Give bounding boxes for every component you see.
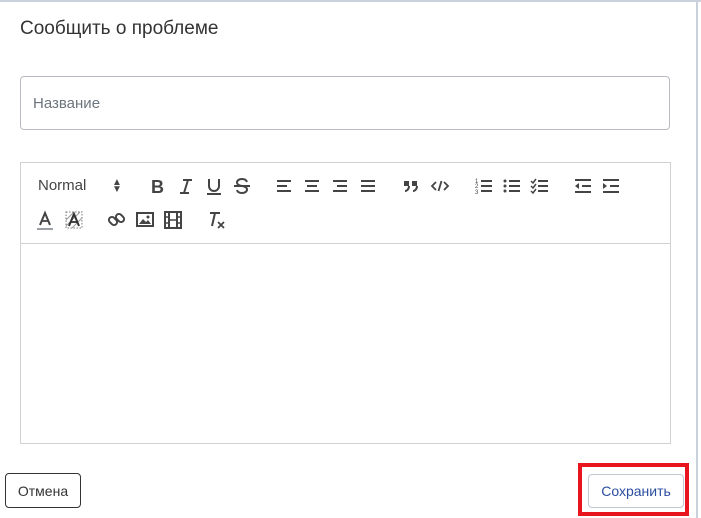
align-left-button[interactable] (275, 176, 293, 196)
header-picker[interactable]: Normal ▲ ▼ (38, 176, 124, 196)
header-picker-arrows-icon: ▲ ▼ (112, 177, 122, 195)
code-block-button[interactable] (430, 176, 450, 196)
clear-format-icon (210, 212, 225, 229)
svg-text:3: 3 (475, 190, 479, 196)
indent-icon (603, 179, 619, 193)
checklist-icon (530, 178, 548, 195)
name-input[interactable] (20, 76, 670, 130)
ordered-list-button[interactable]: 123 (474, 176, 494, 196)
ordered-list-icon: 123 (475, 179, 492, 196)
text-color-button[interactable] (36, 210, 54, 232)
italic-icon (180, 179, 192, 194)
code-block-icon (430, 180, 450, 192)
align-center-icon (305, 180, 319, 192)
align-left-icon (277, 180, 291, 192)
strikethrough-button[interactable] (233, 176, 251, 196)
bullet-list-icon (503, 179, 520, 193)
background-color-button[interactable] (64, 210, 84, 232)
indent-button[interactable] (601, 176, 621, 196)
align-right-icon (333, 180, 347, 192)
align-right-button[interactable] (331, 176, 349, 196)
outdent-button[interactable] (573, 176, 593, 196)
svg-text:B: B (151, 177, 164, 196)
blockquote-button[interactable] (402, 176, 420, 196)
clear-format-button[interactable] (206, 210, 226, 230)
video-icon (164, 211, 182, 229)
bold-icon: B (151, 177, 164, 196)
rich-text-editor: Normal ▲ ▼ B 1 2 3 (20, 162, 671, 444)
underline-button[interactable] (205, 176, 223, 196)
blockquote-icon (404, 181, 418, 192)
align-center-button[interactable] (303, 176, 321, 196)
editor-content-area[interactable] (21, 244, 670, 443)
header-picker-label: Normal (38, 177, 87, 194)
align-justify-button[interactable] (359, 176, 377, 196)
dialog-title: Сообщить о проблеме (20, 18, 219, 39)
background-color-icon (65, 211, 83, 229)
link-button[interactable] (107, 210, 127, 230)
align-justify-icon (361, 180, 375, 192)
link-icon (107, 212, 126, 227)
underline-icon (207, 179, 221, 195)
image-button[interactable] (135, 210, 155, 230)
window-right-border (696, 0, 698, 518)
bullet-list-button[interactable] (502, 176, 522, 196)
outdent-icon (575, 179, 591, 193)
italic-button[interactable] (177, 176, 195, 196)
save-button[interactable]: Сохранить (588, 474, 684, 508)
bold-button[interactable]: B (149, 176, 167, 196)
video-button[interactable] (163, 210, 183, 230)
strikethrough-icon (234, 177, 250, 195)
text-color-icon (37, 210, 53, 230)
cancel-button[interactable]: Отмена (5, 473, 81, 508)
checklist-button[interactable] (530, 176, 550, 196)
image-icon (136, 212, 154, 227)
editor-toolbar: Normal ▲ ▼ B 1 2 3 (21, 163, 670, 244)
